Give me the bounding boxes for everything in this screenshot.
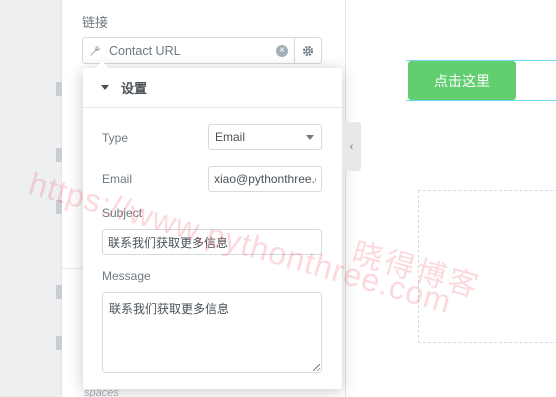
- type-label: Type: [102, 131, 129, 145]
- caret-down-icon: [101, 85, 109, 90]
- clear-icon[interactable]: ×: [276, 44, 288, 57]
- settings-button[interactable]: [294, 38, 321, 63]
- type-select-value: Email: [215, 130, 246, 144]
- url-value[interactable]: Contact URL: [107, 44, 276, 58]
- email-input[interactable]: [208, 166, 322, 192]
- collapse-panel-button[interactable]: ‹: [342, 122, 361, 171]
- url-control[interactable]: Contact URL ×: [82, 37, 322, 64]
- chevron-left-icon: ‹: [349, 140, 354, 153]
- email-label: Email: [102, 172, 133, 186]
- gear-icon: [302, 45, 314, 56]
- resize-handle-icon[interactable]: [313, 364, 320, 371]
- popover-title: 设置: [121, 81, 148, 96]
- message-label: Message: [102, 269, 151, 283]
- message-textarea[interactable]: 联系我们获取更多信息: [102, 292, 322, 373]
- chevron-down-icon: [306, 135, 314, 140]
- popover-header[interactable]: 设置: [83, 68, 342, 108]
- element-outline-bottom: [406, 100, 556, 101]
- type-select[interactable]: Email: [208, 124, 322, 150]
- cta-button[interactable]: 点击这里: [408, 61, 516, 100]
- wrench-icon: [83, 45, 107, 57]
- link-label: 链接: [82, 15, 109, 30]
